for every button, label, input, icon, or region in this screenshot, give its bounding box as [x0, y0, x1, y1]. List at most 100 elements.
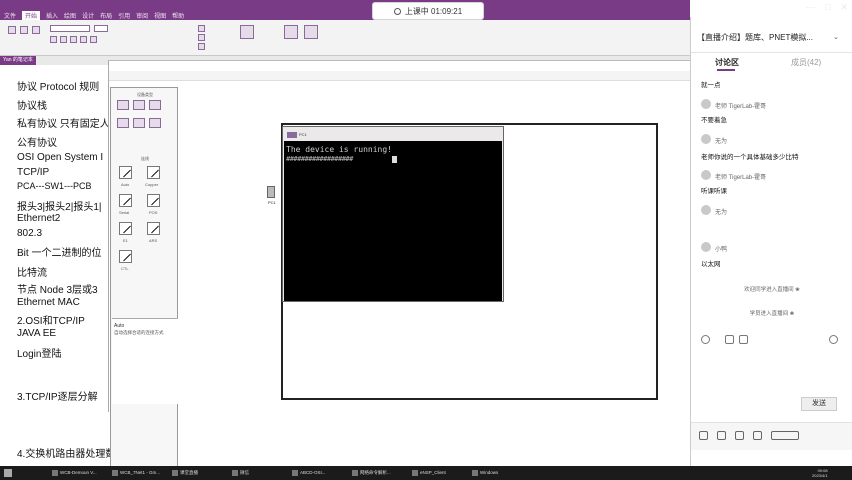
note-line: 3.TCP/IP逐层分解	[17, 392, 98, 403]
notes-page: 协议 Protocol 规则 协议栈 私有协议 只有固定人 公有协议 OSI O…	[0, 66, 112, 460]
question-tag-icon[interactable]	[198, 43, 205, 50]
start-icon[interactable]	[4, 469, 12, 477]
devices-section-label: 设备类型	[137, 92, 153, 97]
emoji-icon[interactable]	[701, 335, 710, 344]
notebook-tab[interactable]: Yan 的笔记本	[0, 56, 36, 65]
terminal-line: The device is running!	[286, 145, 392, 154]
location-icon[interactable]	[753, 431, 762, 440]
font-size-select[interactable]	[94, 25, 108, 32]
chat-message-text: 老师你说的一个具体基础多少比特	[701, 154, 799, 161]
email-page-icon[interactable]	[284, 25, 298, 39]
terminal-window[interactable]: PC1 The device is running! #############…	[282, 126, 504, 302]
volume-slider[interactable]	[771, 431, 799, 440]
wireless-icon[interactable]	[149, 100, 161, 110]
link-auto-button[interactable]	[119, 166, 132, 179]
ribbon-body	[0, 20, 690, 56]
link-ctl-button[interactable]	[119, 250, 132, 263]
link-label: CTL	[121, 266, 129, 271]
settings-icon[interactable]	[829, 335, 838, 344]
important-tag-icon[interactable]	[198, 34, 205, 41]
avatar	[701, 170, 711, 180]
taskbar-item[interactable]: 微信	[232, 468, 249, 478]
font-group	[48, 22, 188, 54]
link-label: POS	[149, 210, 158, 215]
taskbar-item[interactable]: 课堂直播	[172, 468, 198, 478]
chat-input-toolbar	[697, 335, 847, 349]
tab-discussion[interactable]: 讨论区	[715, 57, 739, 68]
mic-off-icon[interactable]	[699, 431, 708, 440]
note-line: 2.OSI和TCP/IP	[17, 316, 85, 327]
taskbar-clock[interactable]: 09:08 2023/4/1	[812, 468, 828, 478]
maximize-icon[interactable]: □	[825, 2, 830, 18]
stats-icon[interactable]	[735, 431, 744, 440]
meeting-details-icon[interactable]	[304, 25, 318, 39]
copy-icon[interactable]	[32, 26, 40, 34]
cloud-icon[interactable]	[133, 118, 145, 128]
note-line: 4.交换机路由器处理数据帧的方式异同	[17, 449, 112, 460]
chat-message-name: 无为	[715, 139, 728, 145]
minimize-icon[interactable]: —	[806, 2, 815, 18]
taskbar-item[interactable]: WCB_7Net1 - Gm...	[112, 468, 160, 478]
clock-date: 2023/4/1	[812, 473, 828, 478]
chat-tabs: 讨论区 成员(42)	[691, 55, 852, 71]
auto-description: 自动选择合适的连接方式	[114, 330, 164, 335]
chat-bottom-toolbar	[691, 422, 852, 450]
pc-device-icon[interactable]	[267, 186, 275, 198]
note-line: Login登陆	[17, 349, 62, 360]
send-button[interactable]: 发送	[801, 397, 837, 411]
chat-message-name: 老师 TigerLab-霍哥	[715, 175, 767, 181]
chevron-down-icon[interactable]: ⌄	[833, 33, 839, 41]
class-status-bar[interactable]: 上课中 01:09:21	[372, 2, 484, 20]
image-icon[interactable]	[739, 335, 748, 344]
router-icon[interactable]	[117, 100, 129, 110]
device-panel: 设备类型 连线 Auto Copper Serial POS E1 ARS CT…	[110, 87, 178, 469]
todo-checkbox-icon[interactable]	[240, 25, 254, 39]
speaker-icon[interactable]	[717, 431, 726, 440]
note-line: JAVA EE	[17, 328, 57, 339]
system-notice: 学员进入直播间 ❀	[749, 311, 795, 317]
note-line: 公有协议	[17, 138, 57, 149]
link-ars-button[interactable]	[147, 222, 160, 235]
taskbar-item[interactable]: Windows	[472, 468, 498, 478]
cut-icon[interactable]	[20, 26, 28, 34]
taskbar-item[interactable]: WCB-Demoun V...	[52, 468, 97, 478]
room-title[interactable]: 【直播介绍】题库、PNET模拟...	[697, 32, 813, 43]
terminal-title: PC1	[299, 132, 307, 137]
taskbar-item[interactable]: 网络命令解析...	[352, 468, 391, 478]
avatar	[701, 134, 711, 144]
link-label: Copper	[145, 182, 159, 187]
note-line: 协议 Protocol 规则	[17, 82, 100, 93]
chat-input[interactable]	[699, 355, 845, 391]
scissors-icon[interactable]	[725, 335, 734, 344]
link-serial-button[interactable]	[119, 194, 132, 207]
font-name-select[interactable]	[50, 25, 90, 32]
taskbar-item[interactable]: eNSP_Client	[412, 468, 446, 478]
font-color-icon[interactable]	[90, 36, 97, 43]
todo-tag-icon[interactable]	[198, 25, 205, 32]
avatar	[701, 99, 711, 109]
paste-icon[interactable]	[8, 26, 16, 34]
highlight-icon[interactable]	[80, 36, 87, 43]
chat-message-text: 不要着急	[701, 117, 727, 124]
taskbar-item[interactable]: ABCD-OSI...	[292, 468, 326, 478]
terminal-screen[interactable]: The device is running! #################…	[284, 141, 502, 301]
link-pos-button[interactable]	[147, 194, 160, 207]
tab-members[interactable]: 成员(42)	[791, 57, 821, 68]
pc-icon[interactable]	[117, 118, 129, 128]
link-copper-button[interactable]	[147, 166, 160, 179]
note-line: 802.3	[17, 228, 43, 239]
switch-icon[interactable]	[133, 100, 145, 110]
window-controls: — □ ✕	[748, 2, 848, 18]
close-icon[interactable]: ✕	[840, 2, 848, 18]
italic-icon[interactable]	[60, 36, 67, 43]
underline-icon[interactable]	[70, 36, 77, 43]
bold-icon[interactable]	[50, 36, 57, 43]
chat-message-text: 以太网	[701, 261, 721, 268]
avatar	[701, 205, 711, 215]
link-e1-button[interactable]	[119, 222, 132, 235]
link-description-box: Auto 自动选择合适的连接方式	[112, 318, 178, 404]
taskbar: WCB-Demoun V... WCB_7Net1 - Gm... 课堂直播 微…	[0, 466, 852, 480]
connections-icon[interactable]	[149, 118, 161, 128]
screen: 文件 开始 插入 绘图 设计 布局 引用 审阅 视图 帮助 上课中 01:09:…	[0, 0, 852, 480]
note-line: 私有协议 只有固定人	[17, 119, 110, 130]
